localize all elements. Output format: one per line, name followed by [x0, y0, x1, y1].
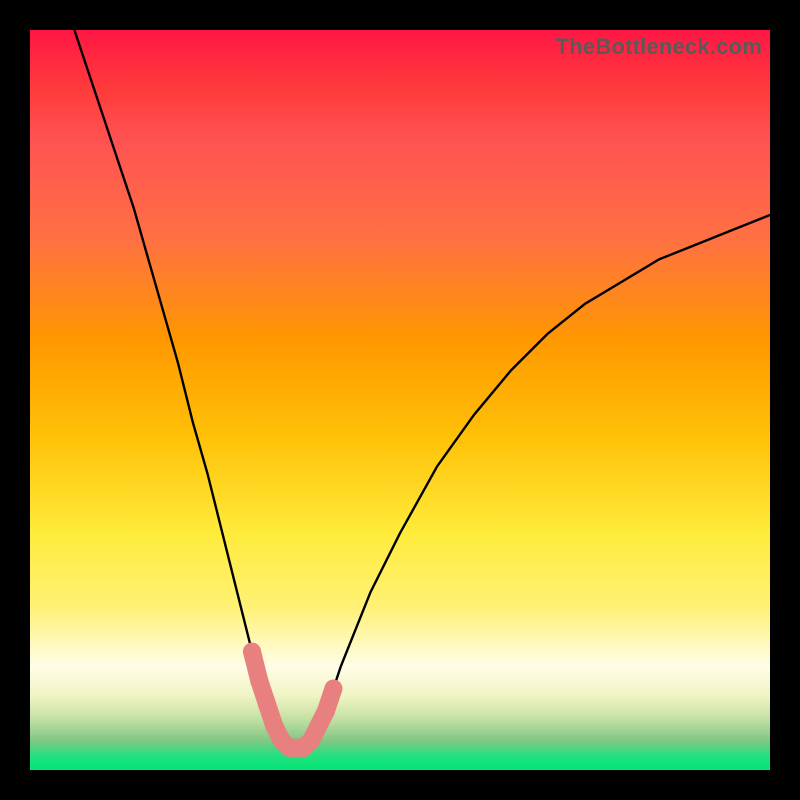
bottleneck-curve	[74, 30, 770, 748]
curve-layer	[30, 30, 770, 770]
marker-dot	[250, 672, 268, 690]
marker-dot	[324, 680, 342, 698]
marker-dot	[243, 643, 261, 661]
marker-dot	[258, 694, 276, 712]
chart-frame: TheBottleneck.com	[0, 0, 800, 800]
data-markers	[243, 643, 342, 757]
plot-area: TheBottleneck.com	[30, 30, 770, 770]
marker-dot	[317, 702, 335, 720]
